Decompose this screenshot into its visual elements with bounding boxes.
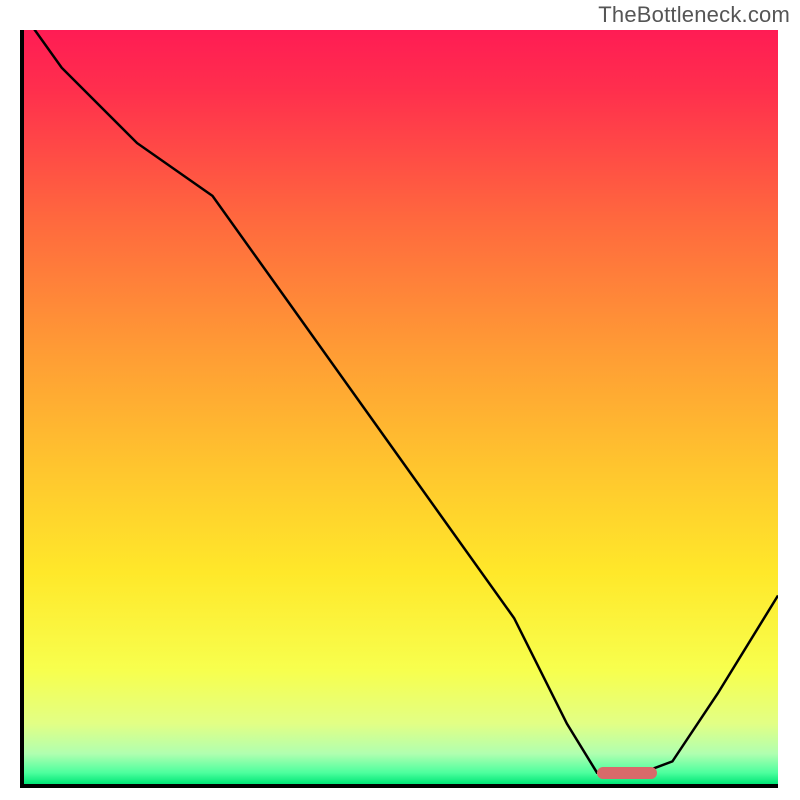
watermark-text: TheBottleneck.com <box>598 2 790 28</box>
chart-root: TheBottleneck.com <box>0 0 800 800</box>
optimal-range-marker <box>597 767 657 779</box>
line-curve <box>24 30 778 784</box>
plot-area <box>20 30 778 788</box>
